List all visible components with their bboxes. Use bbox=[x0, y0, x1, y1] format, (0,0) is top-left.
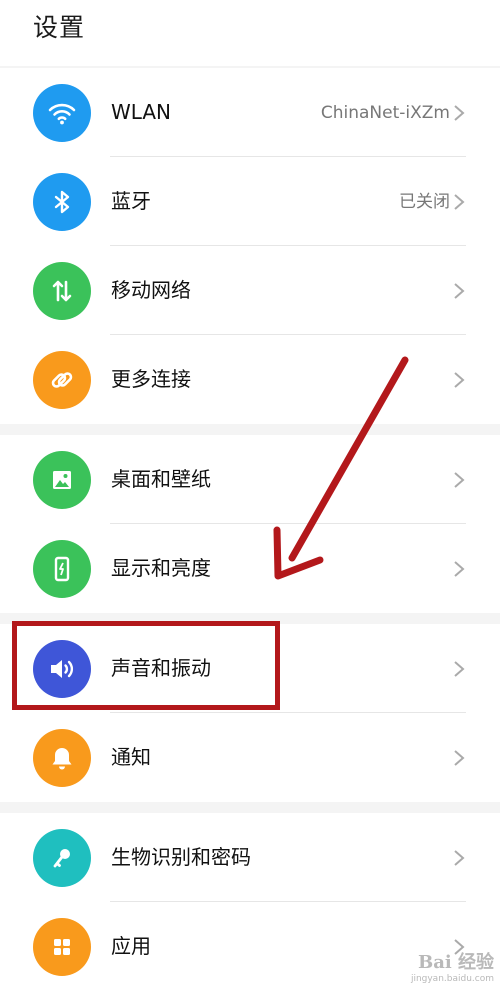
settings-row-sound-vibration[interactable]: 声音和振动 bbox=[0, 624, 500, 713]
settings-group-connectivity: WLAN ChinaNet-iXZm 蓝牙 已关闭 移动网络 更多连接 bbox=[0, 68, 500, 424]
chevron-right-icon bbox=[452, 849, 466, 867]
settings-row-value: ChinaNet-iXZm bbox=[320, 103, 450, 123]
settings-row-label: 蓝牙 bbox=[111, 189, 151, 213]
settings-row-wlan[interactable]: WLAN ChinaNet-iXZm bbox=[0, 68, 500, 157]
header: 设置 bbox=[0, 0, 500, 66]
volume-icon bbox=[33, 640, 91, 698]
wallpaper-icon bbox=[33, 451, 91, 509]
chevron-right-icon bbox=[452, 560, 466, 578]
chevron-right-icon bbox=[452, 282, 466, 300]
chevron-right-icon bbox=[452, 471, 466, 489]
settings-row-biometrics-password[interactable]: 生物识别和密码 bbox=[0, 813, 500, 902]
settings-row-label: 通知 bbox=[111, 745, 151, 769]
key-icon bbox=[33, 829, 91, 887]
settings-row-label: 应用 bbox=[111, 934, 151, 958]
settings-row-label: 生物识别和密码 bbox=[111, 845, 251, 869]
settings-row-mobile-network[interactable]: 移动网络 bbox=[0, 246, 500, 335]
settings-row-value: 已关闭 bbox=[399, 192, 450, 212]
settings-row-bluetooth[interactable]: 蓝牙 已关闭 bbox=[0, 157, 500, 246]
settings-row-label: 桌面和壁纸 bbox=[111, 467, 211, 491]
display-icon bbox=[33, 540, 91, 598]
chevron-right-icon bbox=[452, 660, 466, 678]
bluetooth-icon bbox=[33, 173, 91, 231]
settings-row-label: 显示和亮度 bbox=[111, 556, 211, 580]
settings-row-more-connections[interactable]: 更多连接 bbox=[0, 335, 500, 424]
settings-row-notifications[interactable]: 通知 bbox=[0, 713, 500, 802]
wifi-icon bbox=[33, 84, 91, 142]
settings-row-display-brightness[interactable]: 显示和亮度 bbox=[0, 524, 500, 613]
chevron-right-icon bbox=[452, 193, 466, 211]
chevron-right-icon bbox=[452, 104, 466, 122]
chevron-right-icon bbox=[452, 749, 466, 767]
settings-row-label: 移动网络 bbox=[111, 278, 191, 302]
link-icon bbox=[33, 351, 91, 409]
watermark-url: jingyan.baidu.com bbox=[410, 974, 494, 984]
settings-row-label: 更多连接 bbox=[111, 367, 191, 391]
watermark: Bai 经验 jingyan.baidu.com bbox=[411, 948, 494, 984]
settings-group-sound: 声音和振动 通知 bbox=[0, 624, 500, 802]
settings-row-label: 声音和振动 bbox=[111, 656, 211, 680]
bell-icon bbox=[33, 729, 91, 787]
apps-icon bbox=[33, 918, 91, 976]
chevron-right-icon bbox=[452, 371, 466, 389]
mobile-data-icon bbox=[33, 262, 91, 320]
settings-group-display: 桌面和壁纸 显示和亮度 bbox=[0, 435, 500, 613]
settings-row-wallpaper[interactable]: 桌面和壁纸 bbox=[0, 435, 500, 524]
settings-row-label: WLAN bbox=[111, 100, 172, 124]
page-title: 设置 bbox=[33, 13, 86, 42]
watermark-brand: Bai 经验 bbox=[418, 952, 494, 973]
